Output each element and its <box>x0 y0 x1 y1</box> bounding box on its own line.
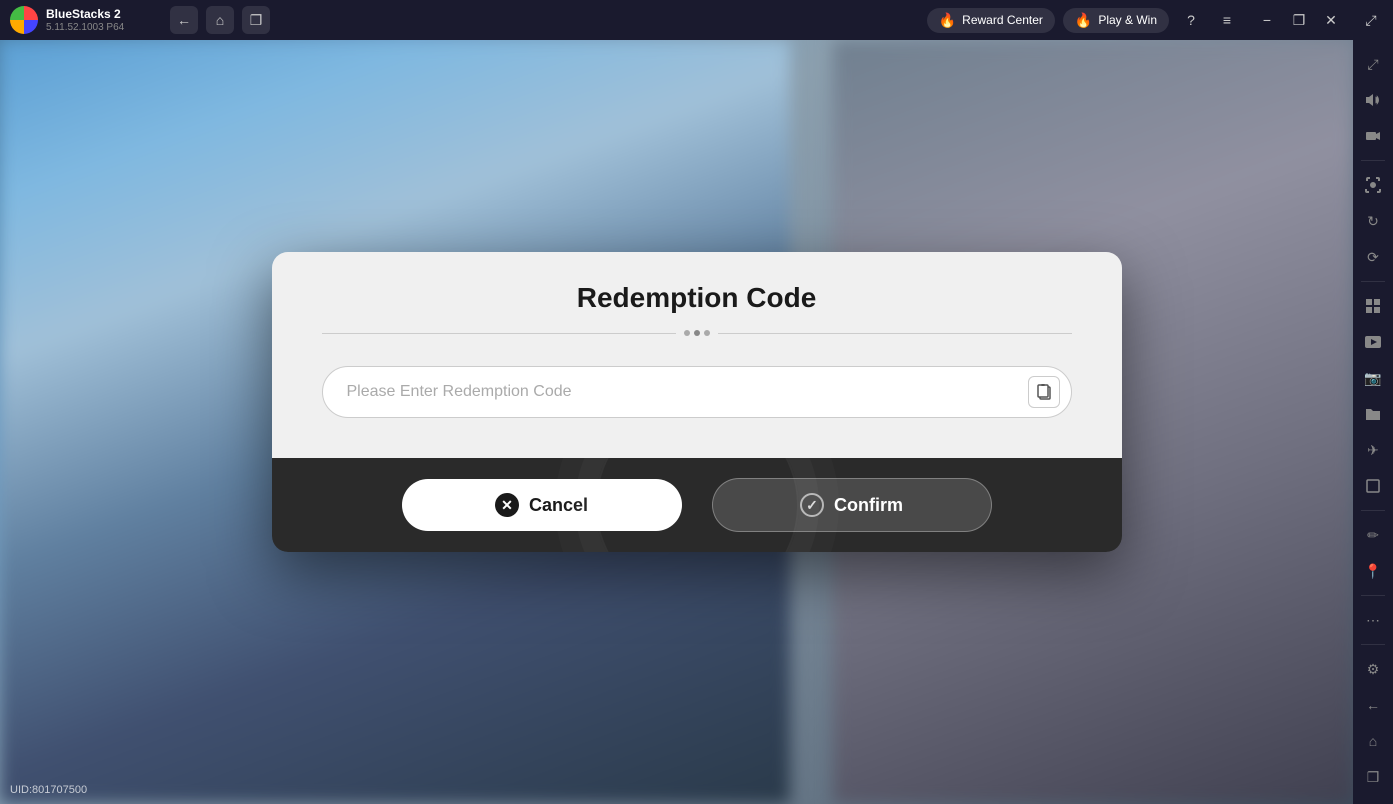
dialog-overlay: Redemption Code <box>0 0 1393 804</box>
confirm-icon: ✓ <box>800 493 824 517</box>
divider-dot-1 <box>684 330 690 336</box>
divider-dots <box>684 330 710 336</box>
paste-button[interactable] <box>1028 376 1060 408</box>
divider-dot-3 <box>704 330 710 336</box>
redemption-dialog: Redemption Code <box>272 252 1122 552</box>
cancel-label: Cancel <box>529 495 588 516</box>
dialog-top: Redemption Code <box>272 252 1122 458</box>
divider-line-left <box>322 333 676 334</box>
redemption-code-input[interactable] <box>322 366 1072 418</box>
dialog-title: Redemption Code <box>322 282 1072 314</box>
confirm-label: Confirm <box>834 495 903 516</box>
redemption-input-wrap <box>322 366 1072 418</box>
divider-dot-2 <box>694 330 700 336</box>
dialog-bottom: ✕ Cancel ✓ Confirm <box>272 458 1122 552</box>
dialog-divider <box>322 330 1072 336</box>
cancel-button[interactable]: ✕ Cancel <box>402 479 682 531</box>
divider-line-right <box>718 333 1072 334</box>
cancel-icon: ✕ <box>495 493 519 517</box>
confirm-button[interactable]: ✓ Confirm <box>712 478 992 532</box>
